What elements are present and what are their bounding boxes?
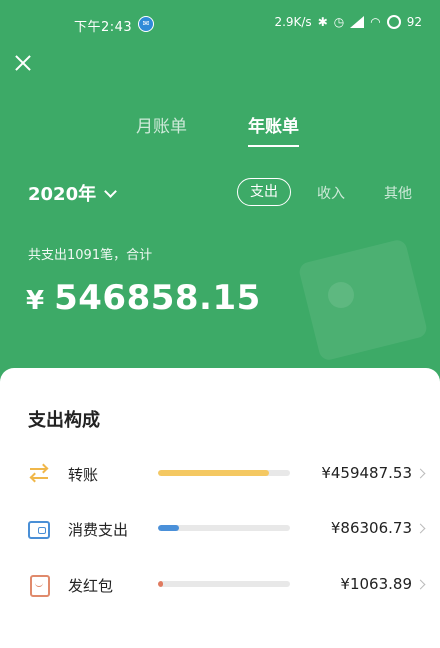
filter-expense[interactable]: 支出 bbox=[237, 178, 291, 206]
year-selector[interactable]: 2020年 bbox=[28, 180, 117, 206]
close-button[interactable] bbox=[12, 52, 34, 74]
network-speed: 2.9K/s bbox=[274, 15, 312, 29]
filter-other[interactable]: 其他 bbox=[384, 183, 412, 203]
wifi-icon: ◠ bbox=[370, 15, 381, 29]
alarm-icon: ◷ bbox=[333, 15, 345, 29]
status-time: 下午2:43 bbox=[74, 20, 133, 35]
bill-tabs: 月账单 年账单 bbox=[0, 110, 440, 147]
filter-income[interactable]: 收入 bbox=[317, 183, 345, 203]
list-item-red-packet[interactable]: 发红包 ¥1063.89 bbox=[0, 565, 440, 605]
item-amount: ¥459487.53 bbox=[321, 464, 412, 482]
chevron-down-icon bbox=[104, 184, 117, 198]
share-bar-fill bbox=[158, 581, 164, 587]
app-notification-icon: ✉ bbox=[138, 16, 154, 32]
share-bar-fill bbox=[158, 525, 180, 531]
item-label: 发红包 bbox=[68, 577, 114, 595]
share-bar bbox=[158, 525, 290, 531]
total-value: 546858.15 bbox=[54, 278, 261, 318]
chevron-right-icon bbox=[415, 579, 426, 590]
background-decoration-circle bbox=[328, 282, 354, 308]
breakdown-card: 支出构成 转账 ¥459487.53 消费支出 ¥86306.73 发红包 ¥1… bbox=[0, 368, 440, 648]
chevron-right-icon bbox=[415, 523, 426, 534]
bluetooth-icon: ✱ bbox=[317, 15, 328, 29]
chevron-right-icon bbox=[415, 468, 426, 479]
summary-text: 共支出1091笔，合计 bbox=[28, 248, 153, 263]
signal-icon bbox=[350, 16, 365, 28]
item-amount: ¥86306.73 bbox=[330, 519, 412, 537]
share-bar bbox=[158, 470, 290, 476]
wallet-icon bbox=[28, 521, 50, 539]
item-label: 转账 bbox=[68, 466, 99, 484]
tab-yearly-bill[interactable]: 年账单 bbox=[248, 112, 299, 147]
item-amount: ¥1063.89 bbox=[340, 575, 412, 593]
background-decoration bbox=[297, 238, 429, 362]
share-bar bbox=[158, 581, 290, 587]
status-bar: 下午2:43 ✉ 2.9K/s ✱ ◷ ◠ 92 bbox=[0, 0, 440, 44]
total-amount: ¥ 546858.15 bbox=[26, 278, 261, 318]
status-indicators: 2.9K/s ✱ ◷ ◠ 92 bbox=[274, 15, 422, 29]
currency-symbol: ¥ bbox=[26, 286, 45, 316]
share-bar-fill bbox=[158, 470, 269, 476]
item-label: 消费支出 bbox=[68, 521, 129, 539]
list-item-transfer[interactable]: 转账 ¥459487.53 bbox=[0, 454, 440, 494]
list-item-consumption[interactable]: 消费支出 ¥86306.73 bbox=[0, 509, 440, 549]
red-packet-icon bbox=[30, 575, 50, 597]
year-value: 2020年 bbox=[28, 184, 97, 205]
battery-icon bbox=[386, 15, 401, 29]
transfer-icon bbox=[28, 464, 50, 484]
tab-monthly-bill[interactable]: 月账单 bbox=[136, 112, 187, 137]
breakdown-title: 支出构成 bbox=[28, 410, 100, 431]
battery-level: 92 bbox=[406, 15, 422, 29]
